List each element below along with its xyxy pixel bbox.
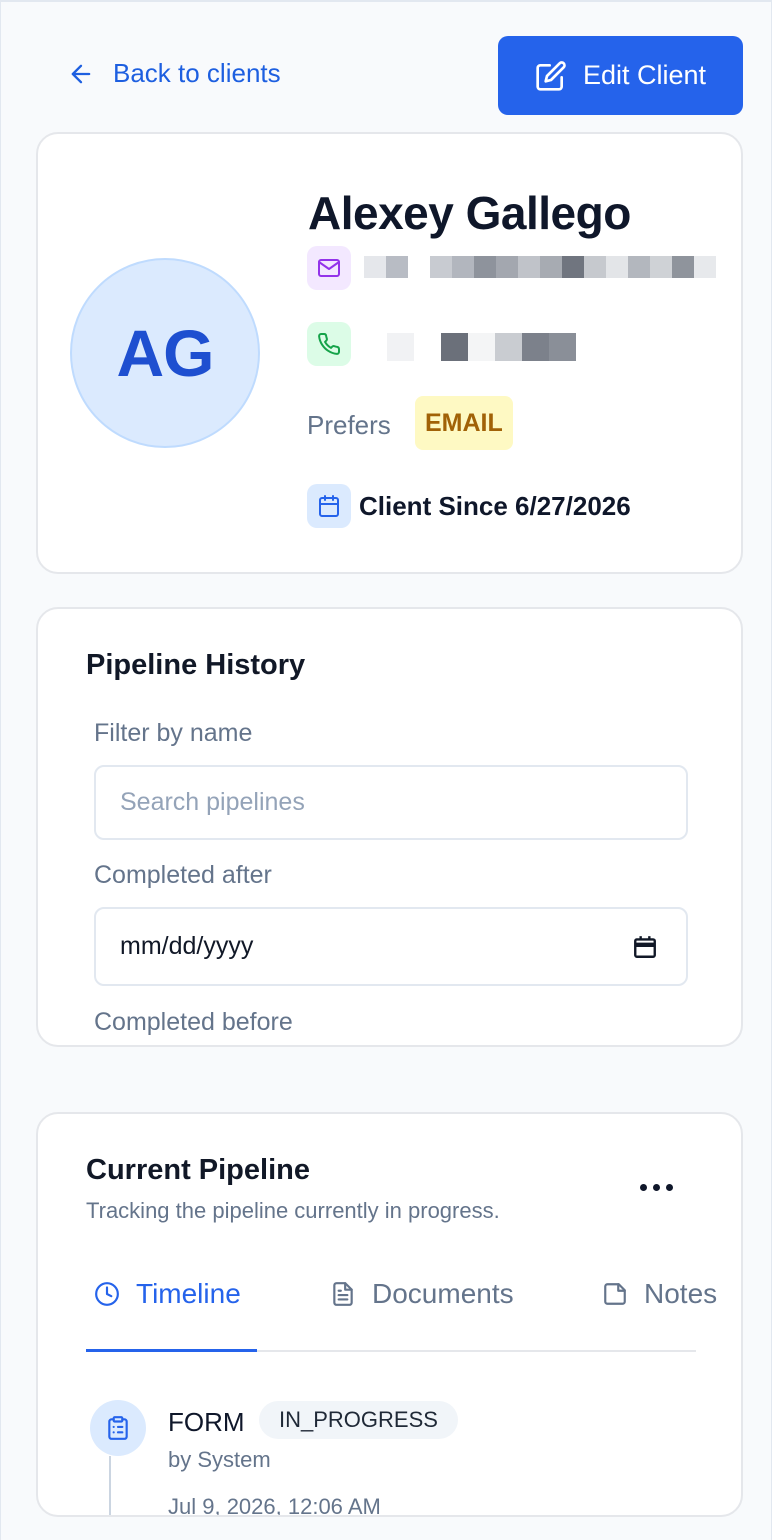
completed-before-label: Completed before xyxy=(94,1008,293,1036)
email-icon-chip xyxy=(307,246,351,290)
clipboard-list-icon xyxy=(108,1416,128,1440)
more-horizontal-icon xyxy=(639,1183,647,1191)
mail-icon xyxy=(318,259,340,277)
current-pipeline-subtitle: Tracking the pipeline currently in progr… xyxy=(86,1198,500,1223)
redacted-phone xyxy=(387,333,576,361)
phone-icon xyxy=(318,332,341,355)
more-dot xyxy=(652,1183,660,1191)
redacted-email xyxy=(364,256,716,278)
arrow-left-icon xyxy=(71,64,91,83)
back-to-clients-link[interactable]: Back to clients xyxy=(67,58,281,89)
search-pipelines-input[interactable]: Search pipelines xyxy=(94,765,688,840)
prefers-label: Prefers xyxy=(307,410,391,440)
client-since: Client Since 6/27/2026 xyxy=(359,491,631,521)
pipeline-tabs: Timeline Documents Notes xyxy=(86,1254,717,1352)
completed-after-label: Completed after xyxy=(94,861,272,889)
date-placeholder: mm/dd/yyyy xyxy=(120,932,254,960)
avatar: AG xyxy=(70,258,260,448)
tab-documents-label: Documents xyxy=(372,1278,514,1309)
client-profile-card: AG Alexey Gallego Prefers EMAIL Client S… xyxy=(36,132,743,574)
calendar-icon-chip xyxy=(307,484,351,528)
sticky-note-icon xyxy=(604,1283,626,1305)
pipeline-history-title: Pipeline History xyxy=(86,649,306,681)
tab-notes[interactable]: Notes xyxy=(602,1278,717,1310)
calendar-picker-icon[interactable] xyxy=(632,934,658,960)
client-name: Alexey Gallego xyxy=(308,187,631,239)
timeline-event-author: by System xyxy=(168,1447,271,1472)
timeline-connector xyxy=(109,1456,111,1515)
current-pipeline-title: Current Pipeline xyxy=(86,1154,310,1186)
edit-icon xyxy=(536,60,566,91)
top-bar: Back to clients Edit Client xyxy=(1,36,772,116)
current-pipeline-card: Current Pipeline Tracking the pipeline c… xyxy=(36,1112,743,1517)
timeline-event-date: Jul 9, 2026, 12:06 AM xyxy=(168,1494,381,1517)
file-text-icon xyxy=(333,1282,353,1306)
back-label: Back to clients xyxy=(113,58,281,88)
pipeline-history-card: Pipeline History Filter by name Search p… xyxy=(36,607,743,1047)
more-options-button[interactable] xyxy=(628,1172,684,1202)
timeline-event-type: FORM xyxy=(168,1407,245,1437)
more-dot xyxy=(665,1183,673,1191)
calendar-icon xyxy=(319,495,339,517)
edit-client-label: Edit Client xyxy=(582,60,707,90)
timeline-event-icon xyxy=(90,1400,146,1456)
edit-client-button[interactable]: Edit Client xyxy=(498,36,743,115)
tab-notes-label: Notes xyxy=(644,1278,718,1309)
status-badge: IN_PROGRESS xyxy=(259,1401,458,1439)
phone-icon-chip xyxy=(307,322,351,366)
completed-after-date-input[interactable]: mm/dd/yyyy xyxy=(94,907,688,986)
preferred-contact-badge: EMAIL xyxy=(415,396,513,450)
clock-icon xyxy=(95,1282,119,1306)
tab-timeline-label: Timeline xyxy=(136,1278,241,1309)
tab-timeline[interactable]: Timeline xyxy=(94,1278,241,1310)
tab-documents[interactable]: Documents xyxy=(330,1278,514,1310)
active-tab-indicator xyxy=(86,1349,257,1352)
filter-by-name-label: Filter by name xyxy=(94,719,253,747)
